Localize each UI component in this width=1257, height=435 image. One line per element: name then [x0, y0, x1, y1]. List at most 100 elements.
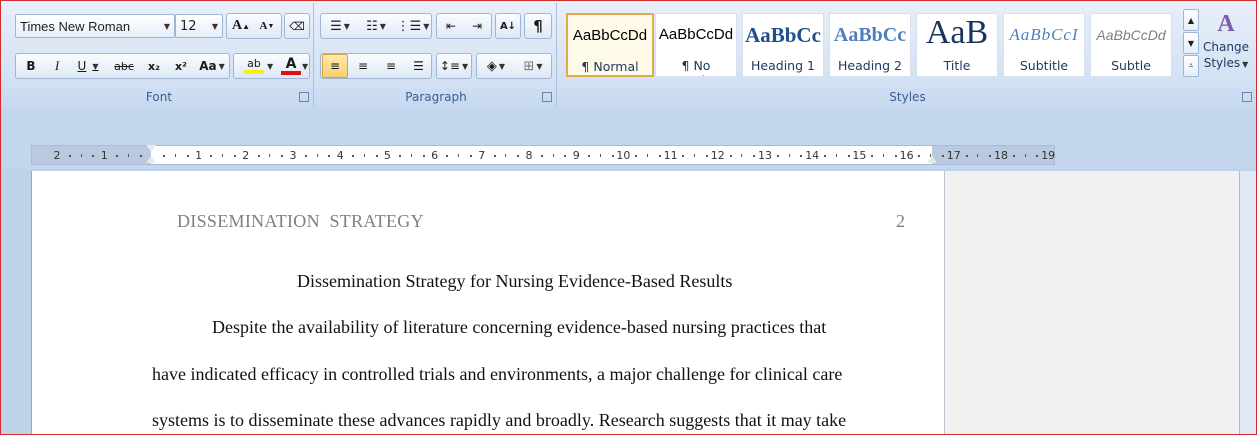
ruler-tick [411, 154, 412, 157]
paragraph-line-3[interactable]: systems is to disseminate these advances… [152, 410, 846, 431]
underline-button[interactable]: U ▼ [71, 54, 105, 78]
style-heading-2[interactable]: AaBbCc Heading 2 [829, 13, 911, 77]
paragraph-group-label: Paragraph [405, 90, 467, 104]
style-subtitle[interactable]: AaBbCcI Subtitle [1003, 13, 1085, 77]
chevron-down-icon: ▼ [1187, 38, 1195, 48]
ruler-dot [682, 155, 685, 157]
styles-group-label: Styles [889, 90, 926, 104]
decrease-indent-button[interactable]: ⇤ [439, 14, 463, 38]
style-name: ¶ No Spacing [671, 58, 721, 76]
outdent-icon: ⇤ [445, 19, 457, 33]
align-right-icon: ≡ [385, 59, 397, 73]
ruler-number: 14 [805, 149, 820, 162]
paragraph-dialog-launcher[interactable] [542, 92, 552, 102]
paragraph-line-1[interactable]: Despite the availability of literature c… [212, 317, 826, 338]
show-formatting-button[interactable]: ¶ [526, 14, 550, 38]
ruler-number: 9 [572, 149, 580, 162]
font-size-combo[interactable]: 12 ▼ [175, 14, 223, 38]
ruler-tick [835, 154, 837, 157]
italic-button[interactable]: I [45, 54, 69, 78]
style-title[interactable]: AaB Title [916, 13, 998, 77]
ruler-number: 19 [1041, 149, 1056, 162]
align-left-button[interactable]: ≡ [322, 54, 348, 78]
chevron-down-icon: ▼ [461, 61, 469, 71]
document-page[interactable] [31, 171, 944, 434]
strikethrough-button[interactable]: abc [109, 54, 139, 78]
ruler-number: 10 [616, 149, 631, 162]
style-sample: AaBbCc [833, 24, 907, 46]
grow-font-button[interactable]: A ▲ [229, 14, 253, 38]
borders-button[interactable]: ⊞ ▼ [516, 54, 550, 78]
gallery-scroll-up-button[interactable]: ▲ [1183, 9, 1199, 31]
ruler-tick [175, 154, 176, 157]
style-normal[interactable]: AaBbCcDd ¶ Normal [566, 13, 654, 77]
gallery-more-button[interactable]: ⩡ [1183, 55, 1199, 77]
shrink-font-button[interactable]: A ▼ [255, 14, 279, 38]
line-spacing-button[interactable]: ↕≡ ▼ [438, 54, 470, 78]
ruler-number: 2 [242, 149, 250, 162]
multilevel-list-button[interactable]: ⋮☰ ▼ [395, 14, 431, 38]
ruler-dot [446, 155, 449, 157]
ruler-number: 6 [431, 149, 439, 162]
bold-button[interactable]: B [19, 54, 43, 78]
style-subtle-emphasis[interactable]: AaBbCcDd Subtle Emp... [1090, 13, 1172, 77]
ruler-tick [222, 154, 224, 157]
font-name-value: Times New Roman [20, 18, 131, 34]
align-center-button[interactable]: ≡ [350, 54, 376, 78]
chevron-down-icon[interactable]: ▼ [267, 62, 273, 71]
subscript-button[interactable]: x₂ [142, 54, 166, 78]
vertical-scrollbar[interactable] [1239, 171, 1256, 434]
ruler-dot [847, 155, 850, 157]
align-left-icon: ≡ [329, 59, 341, 73]
ruler-number: 4 [336, 149, 344, 162]
ruler-dot [729, 155, 732, 157]
ruler-tick [741, 154, 743, 157]
border-grid-icon: ⊞ [523, 58, 535, 74]
right-indent-marker[interactable] [927, 156, 937, 163]
clear-formatting-button[interactable]: ⌫ [285, 14, 309, 38]
ruler-dot [918, 155, 921, 157]
ruler-dot [257, 155, 260, 157]
ribbon: Times New Roman ▼ 12 ▼ A ▲ A ▼ ⌫ B I U ▼ ab… [1, 1, 1256, 110]
style-heading-1[interactable]: AaBbCc Heading 1 [742, 13, 824, 77]
ruler-dot [635, 155, 638, 157]
font-name-combo[interactable]: Times New Roman ▼ [15, 14, 175, 38]
ruler-number: 12 [710, 149, 725, 162]
align-right-button[interactable]: ≡ [378, 54, 404, 78]
hanging-indent-marker[interactable] [146, 156, 156, 163]
change-styles-button[interactable]: A Change Styles ▼ [1202, 9, 1250, 89]
ruler-dot [564, 155, 567, 157]
document-title[interactable]: Dissemination Strategy for Nursing Evide… [297, 271, 732, 292]
styles-dialog-launcher[interactable] [1242, 92, 1252, 102]
style-no-spacing[interactable]: AaBbCcDd ¶ No Spacing [655, 13, 737, 77]
numbering-button[interactable]: ☷ ▼ [359, 14, 393, 38]
bullets-button[interactable]: ☰ ▼ [323, 14, 357, 38]
shading-button[interactable]: ◈ ▼ [478, 54, 514, 78]
first-line-indent-marker[interactable] [146, 145, 156, 152]
gallery-scroll-down-button[interactable]: ▼ [1183, 32, 1199, 54]
styles-gallery-scroller: ▲ ▼ ⩡ [1183, 9, 1199, 77]
ruler-dot [234, 155, 236, 157]
style-sample: AaB [925, 14, 989, 51]
word-window: Times New Roman ▼ 12 ▼ A ▲ A ▼ ⌫ B I U ▼ ab… [0, 0, 1257, 435]
superscript-button[interactable]: x² [169, 54, 193, 78]
change-case-button[interactable]: Aa ▼ [196, 54, 228, 78]
eraser-icon: ⌫ [289, 19, 305, 33]
ruler-dot [92, 155, 95, 157]
increase-indent-button[interactable]: ⇥ [465, 14, 489, 38]
ruler-dot [352, 155, 354, 157]
ruler-dot [304, 155, 307, 157]
ruler-dot [800, 155, 803, 157]
font-dialog-launcher[interactable] [299, 92, 309, 102]
ruler-number: 13 [758, 149, 772, 162]
justify-button[interactable]: ☰ [406, 54, 431, 78]
sort-button[interactable]: A↓ [496, 14, 520, 38]
chevron-down-icon[interactable]: ▼ [302, 62, 308, 71]
font-group: Times New Roman ▼ 12 ▼ A ▲ A ▼ ⌫ B I U ▼ ab… [5, 3, 314, 107]
chevron-down-icon: ▼ [379, 21, 386, 31]
style-sample: AaBbCc [745, 23, 821, 47]
ruler-dot [399, 155, 402, 157]
ruler-tick [363, 154, 365, 157]
paragraph-line-2[interactable]: have indicated efficacy in controlled tr… [152, 364, 842, 385]
horizontal-ruler[interactable]: 2 1 1 2 3 4 5 6 7 8 9 10 11 12 13 14 15 16 17 18 19 [31, 145, 1055, 165]
